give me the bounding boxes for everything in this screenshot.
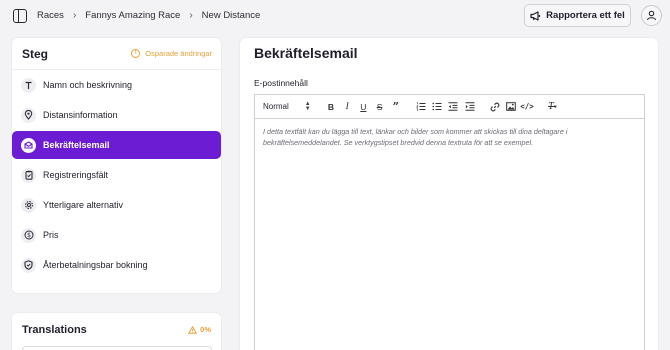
step-label: Bekräftelsemail (43, 140, 110, 150)
unsaved-changes-indicator: ! Osparade ändringar (131, 49, 212, 58)
chevron-right-icon: › (189, 10, 193, 21)
step-distance-info[interactable]: Distansinformation (12, 101, 221, 129)
bullet-list-icon[interactable] (429, 99, 445, 115)
step-refundable-booking[interactable]: Återbetalningsbar bokning (12, 251, 221, 279)
breadcrumb: Races › Fannys Amazing Race › New Distan… (37, 10, 260, 21)
report-issue-label: Rapportera ett fel (546, 10, 625, 21)
envelope-icon (21, 137, 36, 153)
clear-format-icon[interactable]: Tx (544, 99, 560, 115)
breadcrumb-race[interactable]: Fannys Amazing Race (85, 10, 180, 21)
strikethrough-icon[interactable]: S (372, 99, 388, 115)
unsaved-changes-label: Osparade ändringar (145, 49, 212, 58)
text-icon (21, 77, 36, 93)
translations-percent: 0% (200, 325, 211, 334)
step-label: Namn och beskrivning (43, 80, 133, 90)
shield-check-icon (21, 257, 36, 273)
clipboard-icon (21, 167, 36, 183)
step-price[interactable]: $ Pris (12, 221, 221, 249)
breadcrumb-distance: New Distance (201, 10, 261, 21)
sidebar-toggle-icon[interactable] (13, 9, 27, 23)
underline-icon[interactable]: U (355, 99, 371, 115)
main-panel: Bekräftelsemail E-postinnehåll Normal ▲ ▼… (240, 38, 658, 350)
code-icon[interactable]: </> (519, 99, 535, 115)
step-label: Registreringsfält (43, 170, 109, 180)
format-select-value: Normal (263, 102, 289, 111)
step-label: Pris (43, 230, 59, 240)
outdent-icon[interactable] (445, 99, 461, 115)
editor-placeholder[interactable]: I detta textfält kan du lägga till text,… (255, 119, 644, 155)
indent-icon[interactable] (462, 99, 478, 115)
step-name-description[interactable]: Namn och beskrivning (12, 71, 221, 99)
rich-text-editor: Normal ▲ ▼ B I U S ” </> Tx I detta textf… (254, 94, 645, 350)
step-confirmation-email[interactable]: Bekräftelsemail (12, 131, 221, 159)
gear-icon (21, 197, 36, 213)
megaphone-icon (530, 10, 541, 21)
format-select[interactable]: Normal ▲ ▼ (263, 100, 323, 112)
dollar-icon: $ (21, 227, 36, 243)
ordered-list-icon[interactable] (413, 99, 429, 115)
step-label: Återbetalningsbar bokning (43, 260, 148, 270)
step-registration-fields[interactable]: Registreringsfält (12, 161, 221, 189)
steps-title: Steg (22, 46, 49, 61)
steps-panel: Steg ! Osparade ändringar Namn och beskr… (12, 38, 221, 293)
step-label: Distansinformation (43, 110, 118, 120)
link-icon[interactable] (487, 99, 503, 115)
bold-icon[interactable]: B (323, 99, 339, 115)
translations-panel: Translations 0% (12, 313, 221, 350)
italic-icon[interactable]: I (339, 99, 355, 115)
steps-header: Steg ! Osparade ändringar (12, 38, 221, 70)
breadcrumb-races[interactable]: Races (37, 10, 64, 21)
page-title: Bekräftelsemail (254, 45, 358, 61)
step-label: Ytterligare alternativ (43, 200, 124, 210)
warning-circle-icon: ! (131, 49, 141, 58)
email-content-label: E-postinnehåll (254, 78, 308, 88)
translation-language-select[interactable] (22, 346, 212, 350)
user-menu-button[interactable] (641, 5, 662, 26)
step-additional-options[interactable]: Ytterligare alternativ (12, 191, 221, 219)
editor-toolbar: Normal ▲ ▼ B I U S ” </> Tx (255, 95, 644, 119)
user-icon (646, 10, 657, 21)
translations-title: Translations (22, 324, 87, 336)
report-issue-button[interactable]: Rapportera ett fel (524, 4, 631, 27)
top-bar: Races › Fannys Amazing Race › New Distan… (0, 0, 670, 32)
translations-progress: 0% (188, 325, 211, 334)
updown-icon: ▲ ▼ (304, 100, 311, 112)
svg-text:$: $ (27, 232, 31, 239)
image-icon[interactable] (503, 99, 519, 115)
warning-triangle-icon (188, 325, 198, 334)
location-pin-icon (21, 107, 36, 123)
blockquote-icon[interactable]: ” (388, 99, 404, 115)
chevron-right-icon: › (72, 10, 77, 21)
